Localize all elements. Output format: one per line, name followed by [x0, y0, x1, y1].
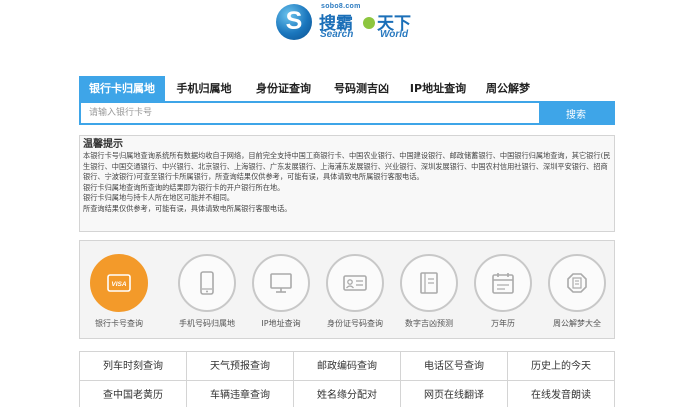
tab-mobile[interactable]: 手机归属地	[165, 76, 243, 101]
tool-calendar[interactable]: 万年历	[467, 241, 539, 340]
tips-line: 银行卡归属地查询所查询的结果即为银行卡的开户银行所在地。	[83, 182, 285, 192]
tool-ip-address[interactable]: IP地址查询	[245, 241, 317, 340]
tool-circle	[474, 254, 532, 312]
tool-circle	[178, 254, 236, 312]
link-name-match[interactable]: 姓名缘分配对	[294, 381, 401, 407]
tab-dream[interactable]: 周公解梦	[477, 76, 539, 101]
tips-panel: 温馨提示 本银行卡号归属地查询系统所有数据均收自于网络，目前完全支持中国工商银行…	[79, 135, 615, 232]
globe-logo-icon: S	[276, 4, 312, 40]
links-row: 查中国老黄历 车辆违章查询 姓名缘分配对 网页在线翻译 在线发音朗读	[80, 381, 615, 407]
link-train-schedule[interactable]: 列车时刻查询	[80, 352, 187, 381]
search-bar: 搜索	[79, 101, 615, 125]
tab-ip-address[interactable]: IP地址查询	[399, 76, 477, 101]
bank-card-input[interactable]	[81, 103, 539, 123]
logo-en-world: World	[380, 29, 409, 40]
calendar-icon	[492, 273, 514, 294]
tips-line: 本银行卡号归属地查询系统所有数据均收自于网络，目前完全支持中国工商银行卡、中国农…	[83, 151, 611, 182]
visa-card-icon: VISA	[107, 274, 131, 292]
tool-label: 周公解梦大全	[553, 319, 601, 328]
tool-id-card[interactable]: 身份证号码查询	[319, 241, 391, 340]
logo-en-search: Search	[320, 29, 354, 40]
tool-mobile[interactable]: 手机号码归属地	[171, 241, 243, 340]
tool-circle	[548, 254, 606, 312]
tool-circle	[400, 254, 458, 312]
moon-dream-icon	[567, 273, 587, 293]
tool-label: 银行卡号查询	[95, 319, 143, 328]
link-traffic-violation[interactable]: 车辆违章查询	[187, 381, 294, 407]
link-weather[interactable]: 天气预报查询	[187, 352, 294, 381]
tips-line: 银行卡归属地与持卡人所在地区可能并不相同。	[83, 193, 234, 203]
search-button[interactable]: 搜索	[539, 103, 613, 123]
tool-dream[interactable]: 周公解梦大全	[541, 241, 613, 340]
query-tabs: 银行卡归属地 手机归属地 身份证查询 号码测吉凶 IP地址查询 周公解梦	[79, 76, 615, 101]
tab-bank-card[interactable]: 银行卡归属地	[79, 76, 165, 101]
tool-number-fortune[interactable]: 数字吉凶预测	[393, 241, 465, 340]
tool-icons-panel: VISA 银行卡号查询 手机号码归属地 IP地址查询 身份证号码查询 数字吉凶预…	[79, 240, 615, 339]
link-translate[interactable]: 网页在线翻译	[401, 381, 508, 407]
logo-mark: S	[285, 7, 303, 35]
quick-links-grid: 列车时刻查询 天气预报查询 邮政编码查询 电话区号查询 历史上的今天 查中国老黄…	[79, 351, 615, 407]
tab-id-card[interactable]: 身份证查询	[243, 76, 324, 101]
tool-circle	[326, 254, 384, 312]
book-icon	[420, 272, 438, 294]
id-card-icon	[343, 275, 367, 291]
link-area-code[interactable]: 电话区号查询	[401, 352, 508, 381]
links-row: 列车时刻查询 天气预报查询 邮政编码查询 电话区号查询 历史上的今天	[80, 352, 615, 381]
link-postcode[interactable]: 邮政编码查询	[294, 352, 401, 381]
tool-circle: VISA	[90, 254, 148, 312]
logo-dot-icon	[363, 17, 375, 29]
computer-monitor-icon	[270, 273, 292, 293]
tips-title: 温馨提示	[83, 139, 123, 150]
link-history-today[interactable]: 历史上的今天	[508, 352, 615, 381]
tab-number-fortune[interactable]: 号码测吉凶	[324, 76, 399, 101]
tips-line: 所查询结果仅供参考，可能有误，具体请致电所属银行客服电话。	[83, 203, 292, 213]
tool-circle	[252, 254, 310, 312]
link-almanac[interactable]: 查中国老黄历	[80, 381, 187, 407]
site-logo[interactable]: S sobo8.com 搜霸 天下 Search World	[276, 3, 426, 40]
mobile-phone-icon	[200, 271, 214, 295]
link-pronunciation[interactable]: 在线发音朗读	[508, 381, 615, 407]
tool-bank-card[interactable]: VISA 银行卡号查询	[83, 241, 155, 340]
visa-text: VISA	[111, 281, 126, 288]
